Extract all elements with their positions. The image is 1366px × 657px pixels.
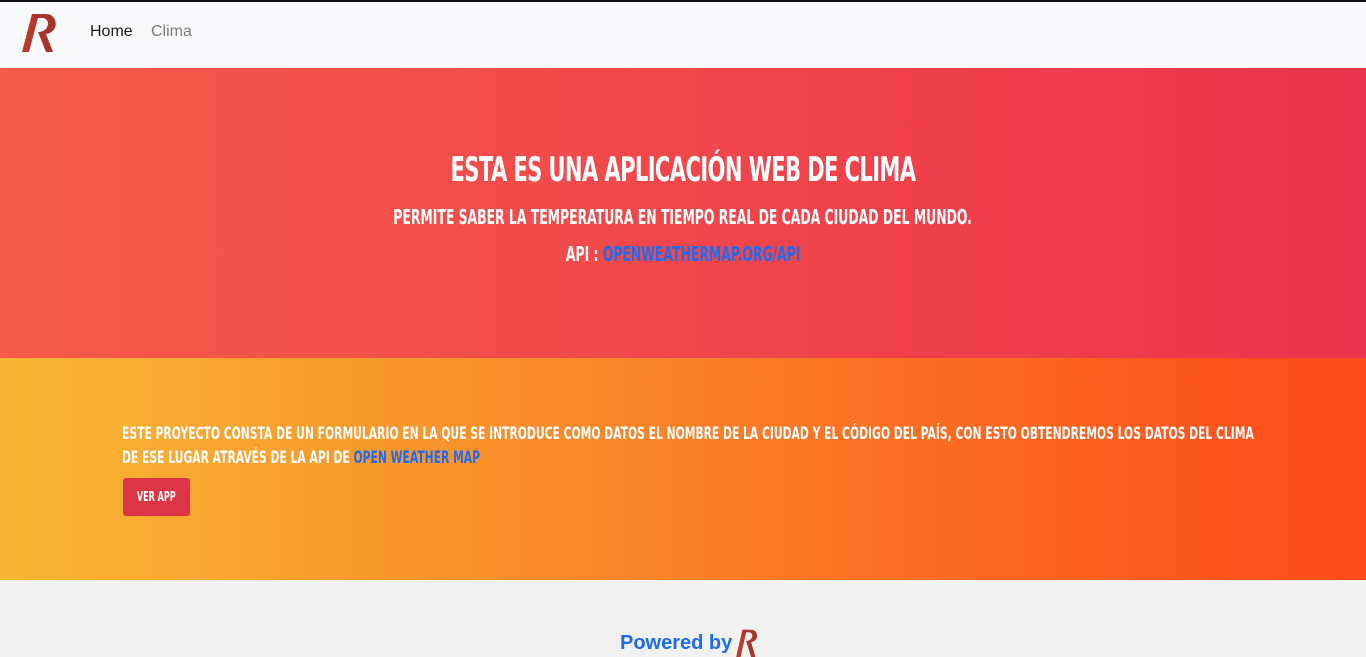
nav-home-link[interactable]: Home — [90, 22, 133, 42]
api-link[interactable]: openweathermap.org/api — [603, 242, 801, 266]
nav-clima-link[interactable]: Clima — [151, 22, 192, 42]
powered-by-label: Powered by — [620, 632, 733, 654]
brand-logo[interactable] — [18, 8, 64, 58]
hero-section: Esta es una aplicación web de clima Perm… — [0, 68, 1366, 358]
rp-logo-icon — [736, 629, 758, 657]
rp-logo-icon — [22, 14, 56, 52]
hero-subtitle: Permite saber la temperatura en tiempo r… — [0, 204, 1366, 231]
hero-title-text: Esta es una aplicación web de clima — [450, 150, 916, 190]
hero-api-wrap: API : openweathermap.org/api — [566, 241, 801, 267]
ver-app-button[interactable]: Ver App — [123, 478, 190, 516]
navbar: Home Clima — [0, 2, 1366, 68]
open-weather-map-link[interactable]: Open Weather Map — [353, 448, 480, 468]
project-description-inner: Este proyecto consta de un formulario en… — [122, 422, 1261, 470]
footer: Powered by — [0, 580, 1366, 657]
ver-app-button-label: Ver App — [137, 489, 176, 505]
api-prefix: API : — [565, 242, 603, 266]
project-description-text: Este proyecto consta de un formulario en… — [122, 424, 1254, 468]
project-description: Este proyecto consta de un formulario en… — [122, 422, 1262, 470]
hero-subtitle-text: Permite saber la temperatura en tiempo r… — [393, 205, 973, 229]
hero-title: Esta es una aplicación web de clima — [0, 150, 1366, 190]
hero-api-line: API : openweathermap.org/api — [0, 241, 1366, 268]
project-section: Este proyecto consta de un formulario en… — [0, 358, 1366, 580]
